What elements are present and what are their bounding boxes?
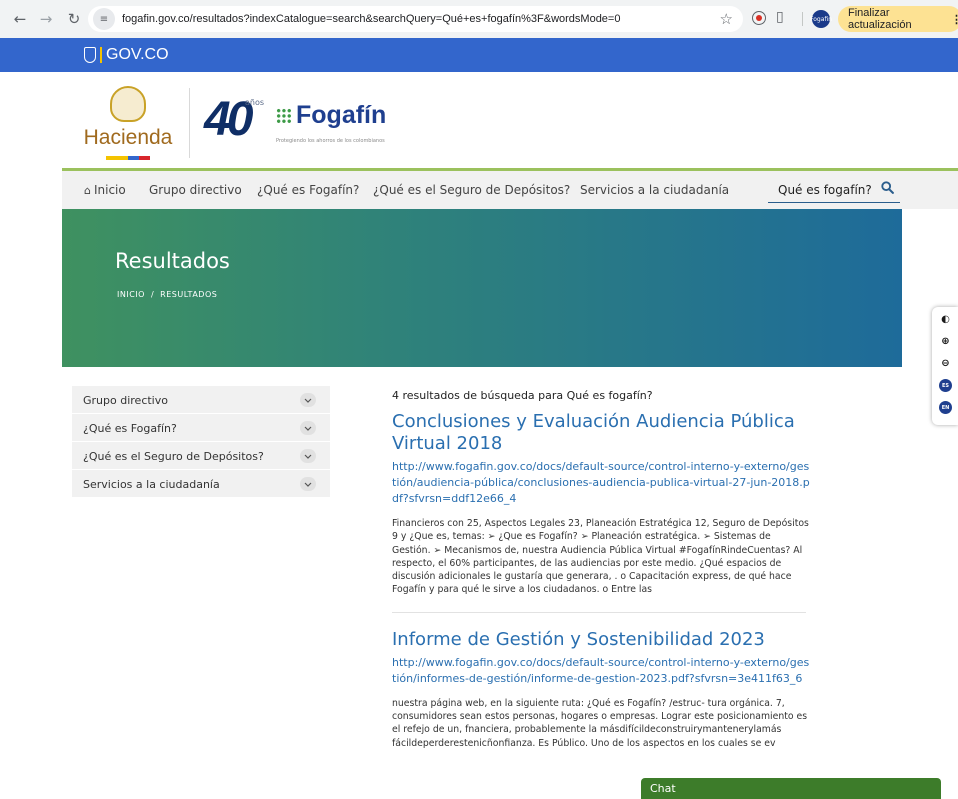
gov-shield-icon — [84, 47, 96, 63]
gov-bar: GOV.CO — [0, 38, 958, 72]
result-url-link[interactable]: http://www.fogafin.gov.co/docs/default-s… — [392, 655, 812, 687]
address-bar[interactable]: ≡ fogafin.gov.co/resultados?indexCatalog… — [88, 6, 743, 32]
gov-logo[interactable]: GOV.CO — [84, 46, 169, 64]
results-hero-banner: Resultados INICIO / RESULTADOS — [62, 209, 902, 367]
gov-label: GOV.CO — [106, 46, 169, 63]
breadcrumb-resultados: RESULTADOS — [160, 290, 218, 299]
main-nav: ⌂ Inicio Grupo directivo ¿Qué es Fogafín?… — [62, 171, 958, 209]
fogafin-logo-text[interactable]: Fogafín — [296, 101, 386, 130]
site-header: Hacienda 40 años Fogafín Protegiendo los… — [0, 72, 958, 170]
search-box[interactable]: Qué es fogafín? — [768, 177, 900, 203]
zoom-in-icon[interactable]: ⊕ — [939, 335, 952, 348]
chevron-down-icon[interactable] — [300, 449, 316, 463]
nav-item-inicio[interactable]: ⌂ Inicio — [84, 183, 126, 197]
page-title: Resultados — [115, 249, 230, 273]
result-item: Informe de Gestión y Sostenibilidad 2023… — [392, 629, 812, 750]
zoom-out-icon[interactable]: ⊖ — [939, 357, 952, 370]
result-item: Conclusiones y Evaluación Audiencia Públ… — [392, 411, 812, 597]
update-button-label: Finalizar actualización — [848, 7, 912, 31]
fogafin-40-years-logo[interactable]: 40 — [204, 93, 253, 146]
result-snippet: Financieros con 25, Aspectos Legales 23,… — [392, 518, 809, 596]
toolbar-divider — [802, 12, 803, 26]
result-snippet: nuestra página web, en la siguiente ruta… — [392, 697, 808, 749]
hacienda-label: Hacienda — [83, 126, 173, 149]
forward-arrow-icon[interactable]: → — [35, 8, 57, 30]
fogafin-tagline: Protegiendo los ahorros de los colombian… — [276, 138, 385, 144]
sidebar-item-label: ¿Qué es el Seguro de Depósitos? — [83, 450, 264, 463]
record-extension-icon[interactable] — [752, 11, 766, 25]
result-url-link[interactable]: http://www.fogafin.gov.co/docs/default-s… — [392, 459, 812, 507]
gov-logo-divider — [100, 47, 102, 63]
menu-dots-icon[interactable]: ⋮ — [951, 13, 958, 26]
reload-icon[interactable]: ↻ — [63, 8, 85, 30]
colombia-flag-stripe — [106, 156, 150, 160]
chevron-down-icon[interactable] — [300, 477, 316, 491]
chevron-down-icon[interactable] — [300, 421, 316, 435]
contrast-icon[interactable]: ◐ — [939, 313, 952, 326]
results-divider — [392, 611, 806, 613]
results-count: 4 resultados de búsqueda para Qué es fog… — [392, 389, 653, 402]
profile-avatar[interactable]: Fogafin — [810, 10, 832, 28]
chat-widget[interactable]: Chat — [641, 778, 941, 799]
language-es-button[interactable]: ES — [939, 379, 952, 392]
update-button[interactable]: Finalizar actualización ⋮ — [838, 6, 958, 32]
nav-item-servicios[interactable]: Servicios a la ciudadanía — [580, 183, 729, 197]
fogafin-anniversary-number: 40 — [204, 93, 253, 146]
breadcrumb: INICIO / RESULTADOS — [117, 290, 217, 299]
fogafin-dots-icon — [276, 108, 292, 124]
hacienda-logo[interactable]: Hacienda — [78, 86, 178, 160]
profile-label: Fogafin — [810, 15, 832, 23]
browser-toolbar: ← → ↻ ≡ fogafin.gov.co/resultados?indexC… — [0, 0, 958, 38]
language-en-button[interactable]: EN — [939, 401, 952, 414]
nav-item-label: Inicio — [93, 183, 126, 197]
sidebar-item-grupo-directivo[interactable]: Grupo directivo — [72, 386, 330, 414]
sidebar-item-seguro-depositos[interactable]: ¿Qué es el Seguro de Depósitos? — [72, 442, 330, 470]
fogafin-years-label: años — [245, 98, 265, 107]
back-arrow-icon[interactable]: ← — [9, 8, 31, 30]
breadcrumb-separator: / — [150, 290, 155, 299]
extensions-puzzle-icon[interactable]: ▯ — [776, 9, 784, 25]
sidebar-menu: Grupo directivo ¿Qué es Fogafín? ¿Qué es… — [72, 386, 330, 498]
hacienda-emblem-icon — [110, 86, 146, 122]
search-results: 4 resultados de búsqueda para Qué es fog… — [392, 389, 812, 750]
site-info-icon[interactable]: ≡ — [93, 8, 115, 30]
logo-divider — [189, 88, 190, 158]
sidebar-item-servicios[interactable]: Servicios a la ciudadanía — [72, 470, 330, 498]
result-title-link[interactable]: Conclusiones y Evaluación Audiencia Públ… — [392, 411, 812, 455]
sidebar-item-label: ¿Qué es Fogafín? — [83, 422, 177, 435]
url-text[interactable]: fogafin.gov.co/resultados?indexCatalogue… — [122, 13, 620, 25]
chat-label: Chat — [650, 782, 676, 795]
accessibility-toolbar: ◐ ⊕ ⊖ ES EN — [932, 307, 958, 425]
nav-item-seguro-depositos[interactable]: ¿Qué es el Seguro de Depósitos? — [373, 183, 570, 197]
chevron-down-icon[interactable] — [300, 393, 316, 407]
home-icon: ⌂ — [84, 184, 91, 197]
nav-item-que-es-fogafin[interactable]: ¿Qué es Fogafín? — [257, 183, 359, 197]
sidebar-item-label: Servicios a la ciudadanía — [83, 478, 220, 491]
search-input[interactable]: Qué es fogafín? — [778, 183, 872, 197]
breadcrumb-inicio[interactable]: INICIO — [117, 290, 145, 299]
sidebar-item-que-es-fogafin[interactable]: ¿Qué es Fogafín? — [72, 414, 330, 442]
nav-item-grupo-directivo[interactable]: Grupo directivo — [149, 183, 242, 197]
sidebar-item-label: Grupo directivo — [83, 394, 168, 407]
result-title-link[interactable]: Informe de Gestión y Sostenibilidad 2023 — [392, 629, 812, 651]
bookmark-star-icon[interactable]: ☆ — [720, 10, 733, 28]
search-icon[interactable] — [881, 181, 894, 194]
